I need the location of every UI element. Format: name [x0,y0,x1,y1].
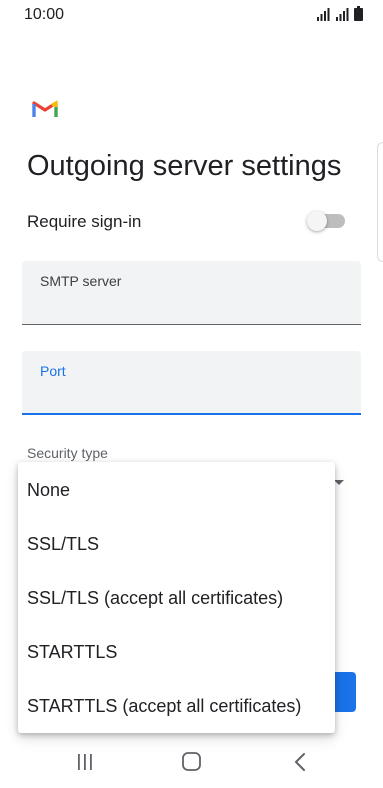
port-field[interactable]: Port [22,351,361,415]
smtp-server-field[interactable]: SMTP server [22,261,361,325]
require-signin-toggle[interactable] [307,211,345,231]
menu-item-starttls-accept-all[interactable]: STARTTLS (accept all certificates) [18,679,335,733]
back-icon[interactable] [285,749,315,775]
dropdown-arrow-icon[interactable] [334,480,344,485]
smtp-server-label: SMTP server [40,273,122,289]
wifi-icon [317,8,330,21]
page-title: Outgoing server settings [27,150,342,182]
battery-icon [354,6,363,21]
smtp-server-underline [22,324,361,325]
menu-item-ssl-tls[interactable]: SSL/TLS [18,517,335,571]
status-time: 10:00 [24,6,65,23]
port-underline [22,413,361,415]
home-icon[interactable] [177,749,207,775]
status-bar: 10:00 [0,0,383,30]
status-icons [316,6,363,21]
require-signin-label: Require sign-in [27,212,142,231]
security-type-menu: None SSL/TLS SSL/TLS (accept all certifi… [18,462,335,733]
menu-item-none[interactable]: None [18,463,335,517]
require-signin-row: Require sign-in [27,211,347,235]
navigation-bar [0,737,383,788]
toggle-knob [307,211,327,231]
security-type-label: Security type [27,445,108,461]
menu-item-ssl-tls-accept-all[interactable]: SSL/TLS (accept all certificates) [18,571,335,625]
signal-icon [336,8,349,21]
gmail-logo-icon [32,100,58,117]
edge-panel-handle[interactable] [377,142,383,262]
port-label: Port [40,363,66,379]
recents-icon[interactable] [70,749,100,775]
menu-item-starttls[interactable]: STARTTLS [18,625,335,679]
